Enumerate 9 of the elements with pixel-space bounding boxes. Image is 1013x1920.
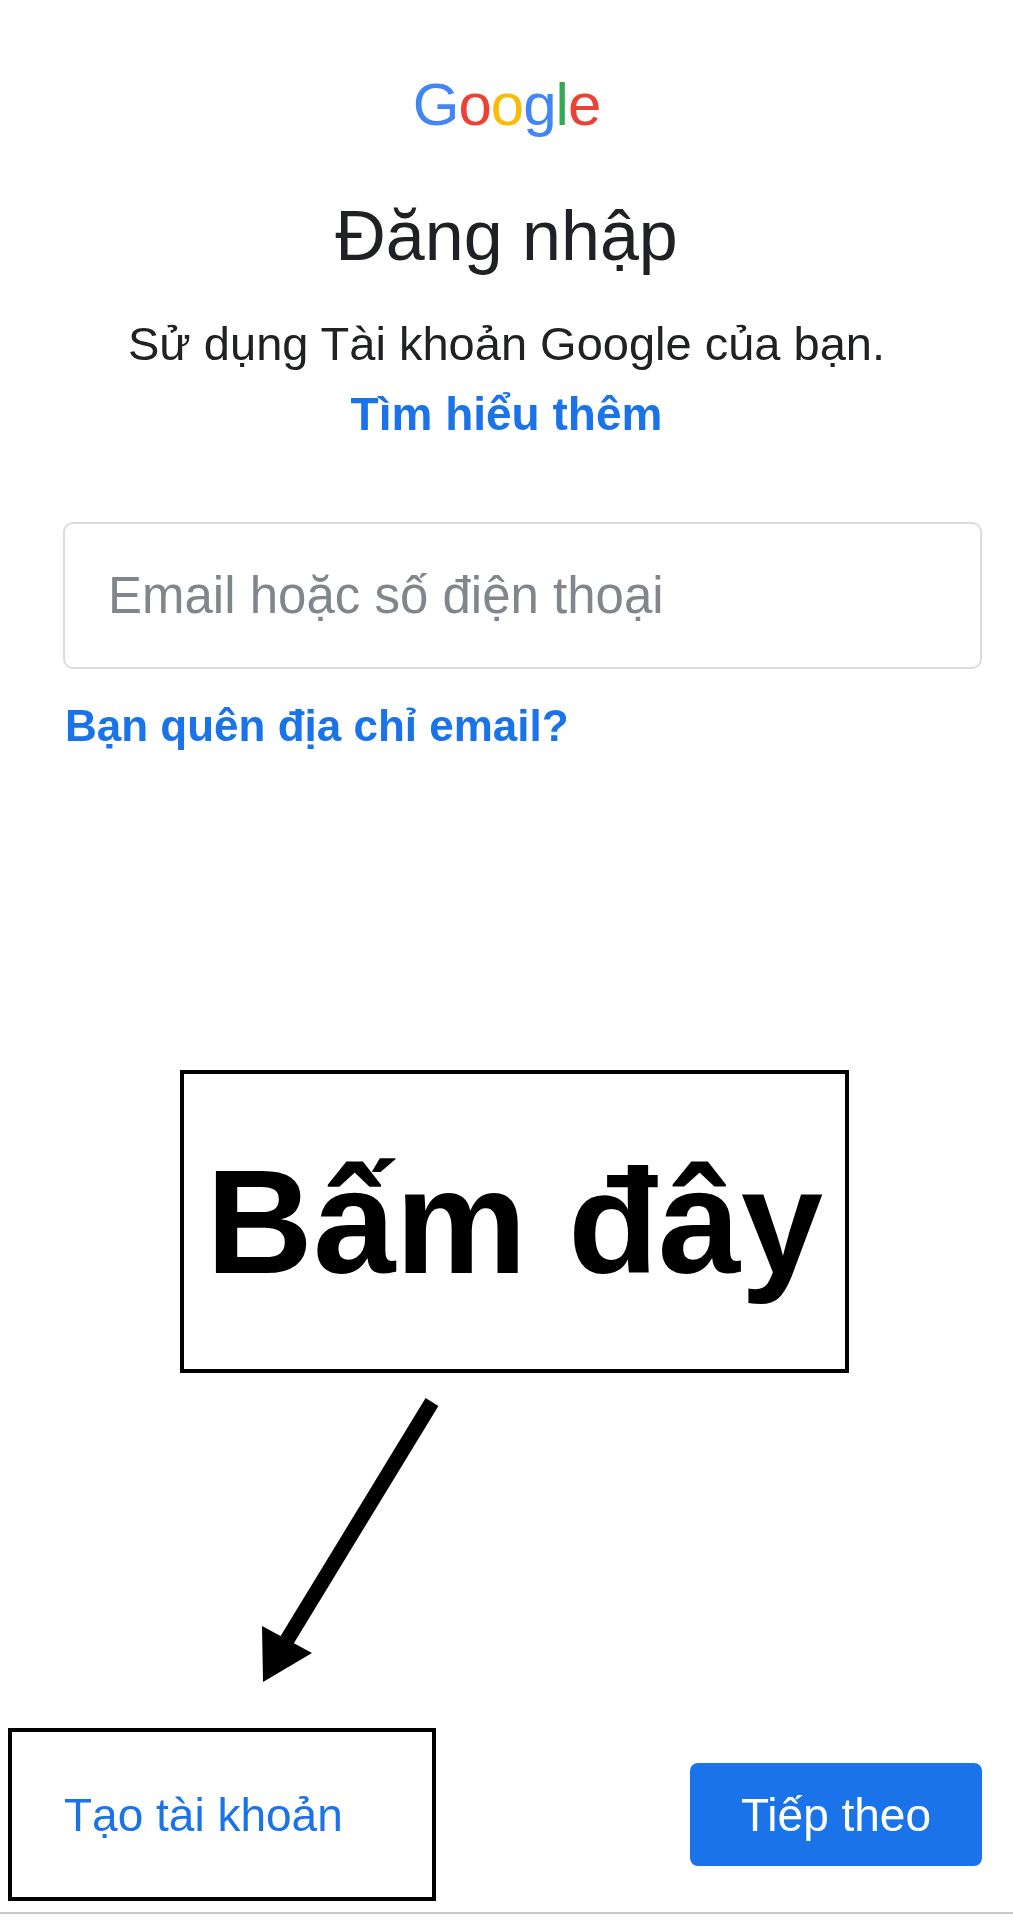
logo: Google xyxy=(412,75,601,135)
next-button[interactable]: Tiếp theo xyxy=(690,1763,982,1866)
forgot-email-link[interactable]: Bạn quên địa chỉ email? xyxy=(65,699,569,753)
callout: Bấm đây xyxy=(180,1070,849,1373)
create-account-button[interactable]: Tạo tài khoản xyxy=(58,1781,349,1848)
email-field[interactable]: Email hoặc số điện thoại xyxy=(63,522,982,669)
learn-more-link[interactable]: Tìm hiểu thêm xyxy=(350,386,663,442)
page-title: Đăng nhập xyxy=(335,196,678,277)
subtitle: Sử dụng Tài khoản Google của bạn. xyxy=(128,316,885,372)
